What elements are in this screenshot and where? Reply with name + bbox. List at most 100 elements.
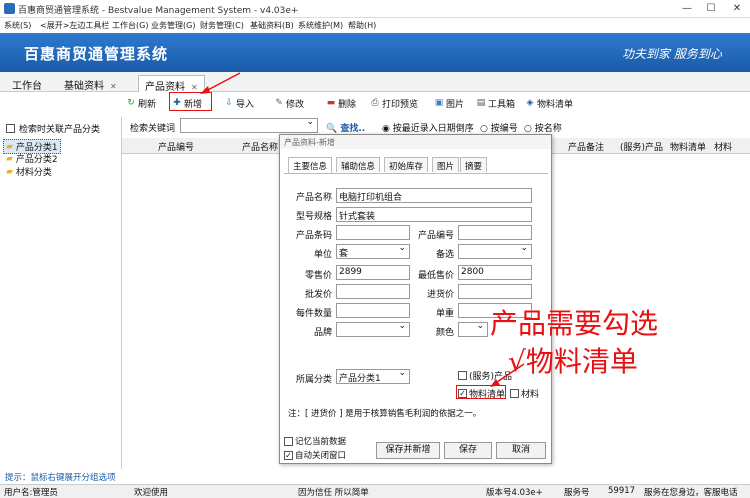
title-bar: 百惠商贸通管理系统 - Bestvalue Management System … [0,0,750,18]
category-select[interactable]: 产品分类1 [336,369,410,384]
category-tree: ▰ 产品分类1 ▰ 产品分类2 ▰ 材料分类 [3,139,119,189]
status-welcome: 欢迎使用 [134,488,169,498]
sort-label: 按名称 [534,124,562,134]
color-select[interactable] [458,322,488,337]
brand-select[interactable] [336,322,410,337]
autoclose-label: 自动关闭窗口 [295,451,347,461]
col-material[interactable]: 材料 [714,140,732,153]
print-preview-button[interactable]: ⎙ 打印预览 [370,95,418,111]
wholesale-input[interactable] [336,284,410,299]
product-name-input[interactable]: 电脑打印机组合 [336,188,532,203]
barcode-input[interactable] [336,225,410,240]
sort-radio-code[interactable]: ○ 按编号 [480,121,518,134]
menu-maintenance[interactable]: 系统维护(M) [298,20,343,31]
purchase-price-input[interactable] [458,284,532,299]
material-checkbox[interactable] [510,389,519,398]
col-bom[interactable]: 物料清单 [670,140,706,153]
image-button[interactable]: ▣ 图片 [434,95,464,111]
tree-item-material[interactable]: ▰ 材料分类 [6,165,52,179]
printer-icon: ⎙ [371,98,379,108]
sort-radio-name[interactable]: ○ 按名称 [524,121,562,134]
col-product-name[interactable]: 产品名称 [242,140,278,153]
maximize-button[interactable]: ☐ [700,1,722,16]
label-purchase: 进货价 [426,290,454,300]
tree-label: 材料分类 [15,168,52,178]
per-qty-input[interactable] [336,303,410,318]
toolbox-button[interactable]: ▤ 工具箱 [476,95,515,111]
bom-label: 物料清单 [537,99,574,110]
tree-item-category2[interactable]: ▰ 产品分类2 [6,152,58,166]
cancel-button[interactable]: 取消 [496,442,546,459]
service-product-checkbox[interactable] [458,371,467,380]
menu-bar: 系统(S) <展开>左边工具栏 工作台(G) 业务管理(G) 财务管理(C) 基… [0,18,750,33]
label-barcode: 产品条码 [295,231,332,241]
tab-basic-data[interactable]: 基础资料 ✕ [58,75,123,92]
app-icon [4,3,15,14]
tree-label: 产品分类2 [15,155,58,165]
close-tab-icon[interactable]: ✕ [110,82,117,91]
label-brand: 品牌 [313,328,332,338]
autoclose-row: ✓ 自动关闭窗口 [284,449,346,461]
bom-button[interactable]: ◈ 物料清单 [525,95,573,111]
spare-select[interactable] [458,244,532,259]
delete-button[interactable]: ▬ 删除 [326,95,356,111]
min-price-input[interactable]: 2800 [458,265,532,280]
dialog-tab-aux[interactable]: 辅助信息 [336,157,381,172]
delete-icon: ▬ [326,98,336,108]
menu-finance[interactable]: 财务管理(C) [200,20,244,31]
print-label: 打印预览 [382,99,419,110]
search-related-label: 检索时关联产品分类 [19,125,101,135]
label-spare: 备选 [435,250,454,260]
product-add-dialog: 产品资料-新增 主要信息 辅助信息 初始库存 图片 摘要 产品名称 电脑打印机组… [279,134,552,464]
label-code: 产品编号 [417,231,454,241]
import-button[interactable]: ⇩ 导入 [224,95,254,111]
folder-icon: ▰ [6,166,13,177]
search-icon: 🔍 [326,124,338,134]
sort-radio-recent[interactable]: ◉ 按最近录入日期倒序 [382,121,474,134]
col-product-remark[interactable]: 产品备注 [568,140,604,153]
menu-system[interactable]: 系统(S) [4,20,31,31]
tab-workbench[interactable]: 工作台 [6,75,48,92]
label-per-qty: 每件数量 [295,309,332,319]
menu-toggle-left-toolbar[interactable]: <展开>左边工具栏 [40,20,109,31]
save-button[interactable]: 保存 [444,442,492,459]
bom-checkbox[interactable]: ✓ [458,389,467,398]
remember-row: 记忆当前数据 [284,435,346,447]
minimize-button[interactable]: — [676,1,698,16]
close-window-button[interactable]: ✕ [726,1,748,16]
dialog-tab-main[interactable]: 主要信息 [288,157,333,173]
spec-input[interactable]: 针式套装 [336,207,532,222]
dialog-tab-stock[interactable]: 初始库存 [384,157,429,172]
label-wholesale: 批发价 [304,290,332,300]
sort-label: 按最近录入日期倒序 [392,124,474,134]
menu-workbench[interactable]: 工作台(G) [112,20,148,31]
delete-label: 删除 [338,99,357,110]
label-retail: 零售价 [304,271,332,281]
label-spec: 型号规格 [295,212,332,222]
dialog-tab-image[interactable]: 图片 [432,157,460,172]
col-product-code[interactable]: 产品编号 [158,140,194,153]
menu-basic-data[interactable]: 基础资料(B) [250,20,294,31]
edit-button[interactable]: ✎ 修改 [274,95,304,111]
menu-help[interactable]: 帮助(H) [348,20,376,31]
save-and-new-button[interactable]: 保存并新增 [376,442,440,459]
keyword-input[interactable] [180,118,318,133]
product-code-input[interactable] [458,225,532,240]
find-label: 查找.. [340,124,366,134]
col-service-product[interactable]: (服务)产品 [620,140,663,153]
refresh-button[interactable]: ↻ 刷新 [126,95,156,111]
dialog-tab-summary[interactable]: 摘要 [460,157,488,172]
search-related-checkbox[interactable] [6,124,15,133]
autoclose-checkbox[interactable]: ✓ [284,450,293,460]
find-button[interactable]: 🔍 查找.. [326,121,365,134]
keyword-label: 检索关键词 [130,124,176,134]
refresh-label: 刷新 [138,99,157,110]
unit-select[interactable]: 套 [336,244,410,259]
bom-icon: ◈ [526,98,534,108]
remember-checkbox[interactable] [284,436,293,446]
toolbox-icon: ▤ [476,98,486,108]
search-related-row: 检索时关联产品分类 [6,122,100,135]
status-tagline: 服务在您身边，客服电话 [644,488,738,498]
menu-business[interactable]: 业务管理(G) [151,20,195,31]
retail-price-input[interactable]: 2899 [336,265,410,280]
